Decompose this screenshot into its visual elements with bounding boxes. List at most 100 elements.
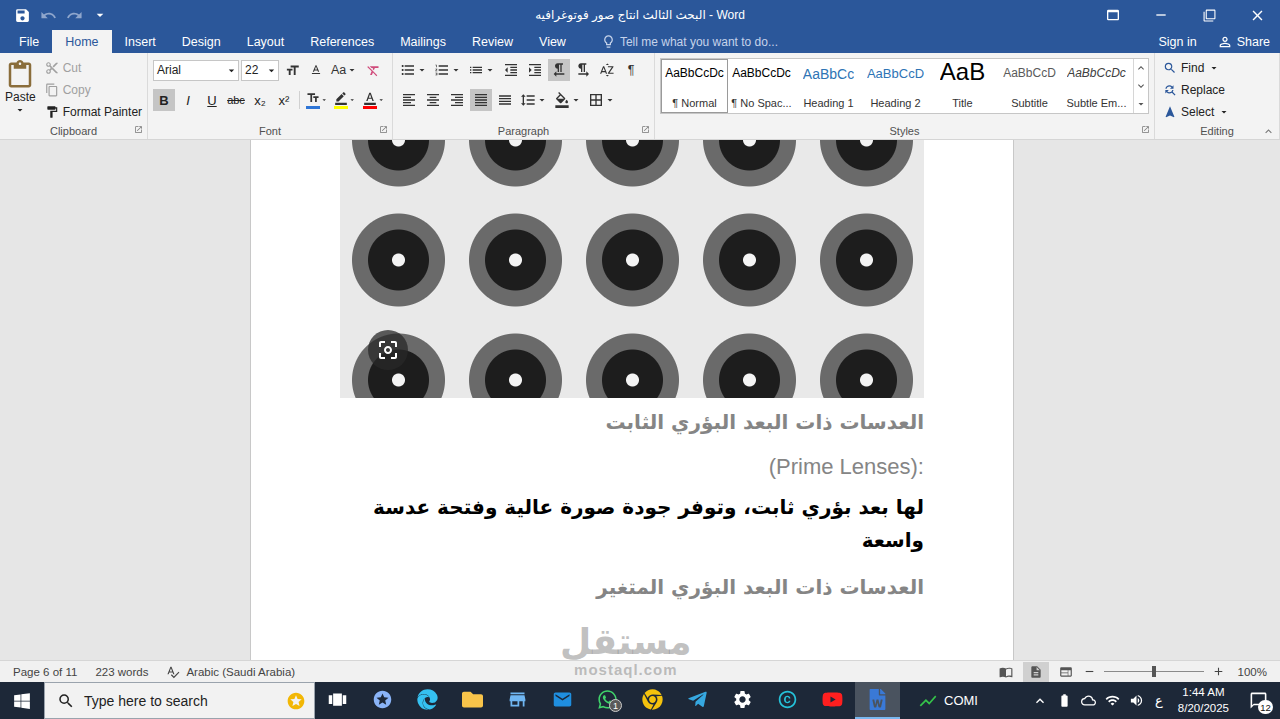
print-view-button[interactable] bbox=[1023, 662, 1049, 682]
zoom-thumb[interactable] bbox=[1152, 666, 1156, 677]
style-item[interactable]: AaBbCcHeading 1 bbox=[795, 59, 862, 113]
strike-button[interactable]: abc bbox=[225, 89, 247, 111]
align-right-button[interactable] bbox=[446, 89, 468, 111]
sup-button[interactable]: x² bbox=[273, 89, 295, 111]
outdent-button[interactable] bbox=[500, 59, 522, 81]
borders-button[interactable] bbox=[586, 89, 618, 111]
dialog-launcher[interactable] bbox=[1141, 125, 1150, 134]
align-left-button[interactable] bbox=[398, 89, 420, 111]
ribbon-tab[interactable]: View bbox=[526, 30, 579, 53]
tray-item[interactable] bbox=[1103, 693, 1122, 708]
minimize-button[interactable] bbox=[1138, 0, 1184, 30]
replace-button[interactable]: Replace bbox=[1160, 80, 1233, 101]
taskview-app[interactable] bbox=[315, 682, 360, 719]
notifications-button[interactable]: 12 bbox=[1240, 682, 1276, 719]
copilot-app[interactable] bbox=[360, 682, 405, 719]
cut-button[interactable]: Cut bbox=[42, 58, 145, 79]
style-item[interactable]: AaBbCcDHeading 2 bbox=[862, 59, 929, 113]
scroll-down-button[interactable] bbox=[1134, 77, 1148, 95]
style-item[interactable]: AaBTitle bbox=[929, 59, 996, 113]
shading-button[interactable] bbox=[552, 89, 584, 111]
share-button[interactable]: Share bbox=[1207, 30, 1280, 53]
visual-search-button[interactable] bbox=[368, 330, 408, 370]
sign-in-link[interactable]: Sign in bbox=[1148, 30, 1206, 53]
numbering-button[interactable] bbox=[432, 59, 464, 81]
multilevel-button[interactable] bbox=[466, 59, 498, 81]
ribbon-tab[interactable]: References bbox=[297, 30, 387, 53]
align-center-button[interactable] bbox=[422, 89, 444, 111]
bold-button[interactable]: B bbox=[153, 89, 175, 111]
ribbon-tab[interactable]: Home bbox=[52, 30, 111, 53]
redo-button[interactable] bbox=[62, 0, 86, 30]
tray-item[interactable] bbox=[1079, 693, 1098, 708]
font-size-field[interactable]: 22 bbox=[241, 60, 279, 81]
taskbar-search[interactable]: Type here to search bbox=[44, 682, 315, 719]
font-name-field[interactable]: Arial bbox=[153, 60, 239, 81]
input-language[interactable]: ع bbox=[1151, 693, 1167, 708]
ribbon-tab[interactable]: Layout bbox=[234, 30, 298, 53]
telegram-app[interactable] bbox=[675, 682, 720, 719]
bullets-button[interactable] bbox=[398, 59, 430, 81]
restore-button[interactable] bbox=[1186, 0, 1232, 30]
change-case-button[interactable]: Aa bbox=[329, 59, 360, 81]
clock[interactable]: 1:44 AM8/20/2025 bbox=[1172, 685, 1235, 716]
effects-button[interactable] bbox=[304, 89, 330, 111]
copy-button[interactable]: Copy bbox=[42, 80, 145, 101]
web-view-button[interactable] bbox=[1053, 662, 1079, 682]
distributed-button[interactable] bbox=[494, 89, 516, 111]
pinned-app[interactable]: COMI bbox=[908, 682, 988, 719]
italic-button[interactable]: I bbox=[177, 89, 199, 111]
select-button[interactable]: Select bbox=[1160, 101, 1233, 122]
grow-font-button[interactable] bbox=[281, 59, 303, 81]
paste-button[interactable]: Paste bbox=[5, 58, 36, 122]
tell-me-box[interactable]: Tell me what you want to do... bbox=[601, 30, 1149, 53]
read-view-button[interactable] bbox=[993, 662, 1019, 682]
underline-button[interactable]: U bbox=[201, 89, 223, 111]
outlook-app[interactable] bbox=[540, 682, 585, 719]
dialog-launcher[interactable] bbox=[641, 125, 650, 134]
tray-item[interactable] bbox=[1055, 693, 1074, 708]
more-styles-button[interactable] bbox=[1134, 95, 1148, 113]
explorer-app[interactable] bbox=[450, 682, 495, 719]
highlight-button[interactable] bbox=[332, 89, 358, 111]
style-item[interactable]: AaBbCcDcSubtle Em... bbox=[1063, 59, 1130, 113]
edge-app[interactable] bbox=[405, 682, 450, 719]
style-item[interactable]: AaBbCcDc¶ Normal bbox=[661, 59, 728, 113]
close-button[interactable] bbox=[1234, 0, 1280, 30]
clear-formatting-button[interactable] bbox=[362, 59, 384, 81]
style-item[interactable]: AaBbCcDSubtitle bbox=[996, 59, 1063, 113]
painter-button[interactable]: Format Painter bbox=[42, 101, 145, 122]
zoom-slider[interactable] bbox=[1104, 671, 1204, 672]
ribbon-display-button[interactable] bbox=[1090, 0, 1136, 30]
whatsapp-app[interactable]: 1 bbox=[585, 682, 630, 719]
show-marks-button[interactable]: ¶ bbox=[620, 59, 642, 81]
shrink-font-button[interactable] bbox=[305, 59, 327, 81]
start-button[interactable] bbox=[0, 682, 44, 719]
store-app[interactable] bbox=[495, 682, 540, 719]
line-spacing-button[interactable] bbox=[518, 89, 550, 111]
settings-app[interactable] bbox=[720, 682, 765, 719]
style-item[interactable]: AaBbCcDc¶ No Spac... bbox=[728, 59, 795, 113]
tray-expand[interactable] bbox=[1030, 693, 1050, 709]
rtl-button[interactable] bbox=[548, 59, 570, 81]
ribbon-tab[interactable]: Insert bbox=[112, 30, 169, 53]
scroll-up-button[interactable] bbox=[1134, 59, 1148, 77]
justify-button[interactable] bbox=[470, 89, 492, 111]
ribbon-tab[interactable]: File bbox=[6, 30, 52, 53]
ribbon-tab[interactable]: Design bbox=[169, 30, 234, 53]
undo-button[interactable] bbox=[36, 0, 60, 30]
chrome-app[interactable] bbox=[630, 682, 675, 719]
sub-button[interactable]: x₂ bbox=[249, 89, 271, 111]
font-color-button[interactable] bbox=[361, 89, 387, 111]
ribbon-tab[interactable]: Mailings bbox=[387, 30, 459, 53]
youtube-app[interactable] bbox=[810, 682, 855, 719]
save-button[interactable] bbox=[10, 0, 34, 30]
collapse-ribbon-button[interactable] bbox=[1262, 125, 1275, 138]
word-app[interactable] bbox=[855, 682, 900, 719]
canva-app[interactable] bbox=[765, 682, 810, 719]
dialog-launcher[interactable] bbox=[134, 125, 143, 134]
customize-button[interactable] bbox=[88, 0, 112, 30]
indent-button[interactable] bbox=[524, 59, 546, 81]
tray-item[interactable] bbox=[1127, 693, 1146, 708]
ribbon-tab[interactable]: Review bbox=[459, 30, 526, 53]
